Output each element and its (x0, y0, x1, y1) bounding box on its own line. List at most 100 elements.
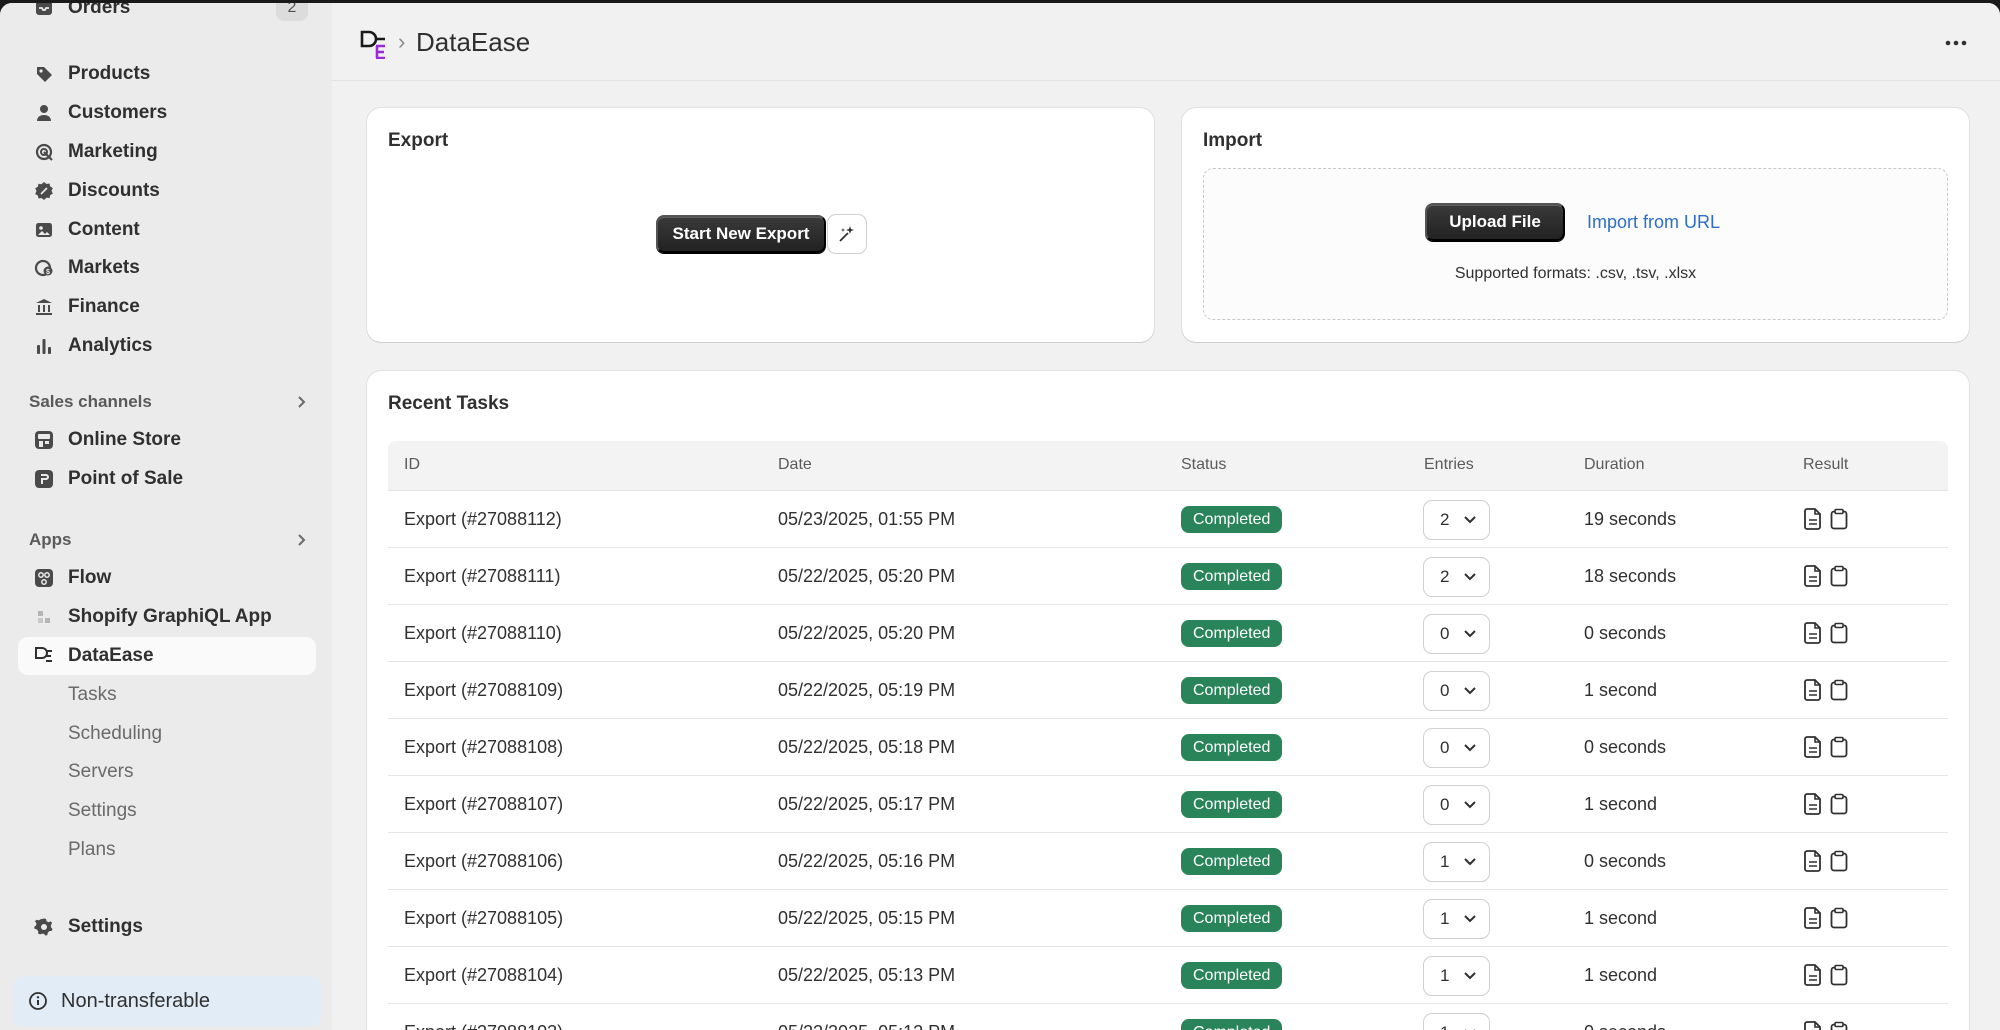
non-transferable-banner[interactable]: Non-transferable (13, 976, 321, 1026)
recent-tasks-card: Recent Tasks ID Date Status Entries Dura… (367, 371, 1969, 1030)
sidebar-subitem-plans[interactable]: Plans (68, 833, 116, 867)
info-icon (27, 990, 49, 1012)
clipboard-icon[interactable] (1828, 791, 1850, 817)
upload-file-button[interactable]: Upload File (1425, 203, 1565, 241)
magic-sparkle-icon[interactable] (828, 215, 866, 253)
sidebar-subitem-settings[interactable]: Settings (68, 794, 137, 828)
sidebar-item-label: Content (68, 219, 140, 240)
entries-dropdown[interactable]: 0 (1424, 786, 1489, 824)
entries-dropdown[interactable]: 0 (1424, 672, 1489, 710)
status-badge: Completed (1181, 563, 1283, 590)
entries-value: 1 (1440, 966, 1450, 985)
table-header: ID Date Status Entries Duration Result (388, 441, 1948, 491)
import-card-title: Import (1203, 130, 1263, 151)
sidebar-item-analytics[interactable]: Analytics (18, 327, 316, 365)
dataease-icon (30, 642, 58, 670)
entries-dropdown[interactable]: 1 (1424, 843, 1489, 881)
clipboard-icon[interactable] (1828, 734, 1850, 760)
table-row[interactable]: Export (#27088108) 05/22/2025, 05:18 PM … (388, 719, 1948, 776)
file-icon[interactable] (1802, 620, 1824, 646)
sidebar-item-customers[interactable]: Customers (18, 94, 316, 132)
table-row[interactable]: Export (#27088104) 05/22/2025, 05:13 PM … (388, 947, 1948, 1004)
sidebar-subitem-servers[interactable]: Servers (68, 755, 133, 789)
file-icon[interactable] (1802, 677, 1824, 703)
chevron-down-icon (1464, 915, 1476, 923)
entries-dropdown[interactable]: 2 (1424, 501, 1489, 539)
task-date: 05/22/2025, 05:13 PM (778, 965, 956, 985)
pos-icon (30, 465, 58, 493)
sidebar-item-finance[interactable]: Finance (18, 288, 316, 326)
status-badge: Completed (1181, 848, 1283, 875)
sidebar-item-products[interactable]: Products (18, 55, 316, 93)
table-row[interactable]: Export (#27088109) 05/22/2025, 05:19 PM … (388, 662, 1948, 719)
file-icon[interactable] (1802, 734, 1824, 760)
sidebar-item-orders[interactable]: Orders 2 (18, 3, 316, 27)
table-row[interactable]: Export (#27088111) 05/22/2025, 05:20 PM … (388, 548, 1948, 605)
clipboard-icon[interactable] (1828, 848, 1850, 874)
clipboard-icon[interactable] (1828, 962, 1850, 988)
file-icon[interactable] (1802, 905, 1824, 931)
file-icon[interactable] (1802, 563, 1824, 589)
sidebar-item-graphiql[interactable]: Shopify GraphiQL App (18, 598, 316, 636)
table-row[interactable]: Export (#27088103) 05/22/2025, 05:12 PM … (388, 1004, 1948, 1030)
import-from-url-link[interactable]: Import from URL (1587, 212, 1720, 233)
entries-value: 0 (1440, 738, 1450, 757)
clipboard-icon[interactable] (1828, 506, 1850, 532)
sidebar-item-label: Point of Sale (68, 468, 184, 489)
table-row[interactable]: Export (#27088106) 05/22/2025, 05:16 PM … (388, 833, 1948, 890)
clipboard-icon[interactable] (1828, 620, 1850, 646)
globe-icon: $ (30, 254, 58, 282)
file-icon[interactable] (1802, 791, 1824, 817)
entries-dropdown[interactable]: 1 (1424, 900, 1489, 938)
chevron-down-icon (1464, 687, 1476, 695)
sidebar-item-dataease[interactable]: DataEase (18, 637, 316, 675)
sidebar-item-marketing[interactable]: Marketing (18, 133, 316, 171)
status-badge: Completed (1181, 962, 1283, 989)
start-new-export-button[interactable]: Start New Export (656, 215, 826, 253)
recent-tasks-title: Recent Tasks (388, 393, 510, 414)
clipboard-icon[interactable] (1828, 563, 1850, 589)
sidebar-item-markets[interactable]: $ Markets (18, 249, 316, 287)
sidebar-subitem-tasks[interactable]: Tasks (68, 678, 117, 712)
file-dropzone[interactable]: Upload File Import from URL Supported fo… (1203, 168, 1948, 320)
task-date: 05/22/2025, 05:20 PM (778, 623, 956, 643)
entries-dropdown[interactable]: 1 (1424, 957, 1489, 995)
more-actions-icon[interactable] (1940, 29, 1972, 57)
sidebar-item-discounts[interactable]: Discounts (18, 172, 316, 210)
section-title: Sales channels (29, 392, 152, 411)
sidebar-item-point-of-sale[interactable]: Point of Sale (18, 460, 316, 498)
file-icon[interactable] (1802, 962, 1824, 988)
entries-dropdown[interactable]: 2 (1424, 558, 1489, 596)
entries-dropdown[interactable]: 1 (1424, 1014, 1489, 1030)
table-row[interactable]: Export (#27088105) 05/22/2025, 05:15 PM … (388, 890, 1948, 947)
bar-chart-icon (30, 332, 58, 360)
table-row[interactable]: Export (#27088112) 05/23/2025, 01:55 PM … (388, 491, 1948, 548)
clipboard-icon[interactable] (1828, 905, 1850, 931)
file-icon[interactable] (1802, 1019, 1824, 1030)
entries-value: 1 (1440, 852, 1450, 871)
file-icon[interactable] (1802, 506, 1824, 532)
file-icon[interactable] (1802, 848, 1824, 874)
task-date: 05/22/2025, 05:16 PM (778, 851, 956, 871)
entries-value: 1 (1440, 1023, 1449, 1030)
sidebar-subitem-scheduling[interactable]: Scheduling (68, 717, 162, 751)
apps-header[interactable]: Apps (29, 525, 311, 555)
sidebar-item-flow[interactable]: Flow (18, 559, 316, 597)
sidebar-item-settings[interactable]: Settings (18, 908, 316, 946)
column-header-entries: Entries (1424, 456, 1474, 473)
sidebar-item-online-store[interactable]: Online Store (18, 421, 316, 459)
sales-channels-header[interactable]: Sales channels (29, 387, 311, 417)
status-badge: Completed (1181, 506, 1283, 533)
sidebar-item-label: Markets (68, 257, 140, 278)
entries-dropdown[interactable]: 0 (1424, 729, 1489, 767)
task-id: Export (#27088106) (404, 851, 564, 871)
sidebar-item-label: Shopify GraphiQL App (68, 606, 272, 627)
table-row[interactable]: Export (#27088110) 05/22/2025, 05:20 PM … (388, 605, 1948, 662)
entries-dropdown[interactable]: 0 (1424, 615, 1489, 653)
clipboard-icon[interactable] (1828, 1019, 1850, 1030)
clipboard-icon[interactable] (1828, 677, 1850, 703)
table-row[interactable]: Export (#27088107) 05/22/2025, 05:17 PM … (388, 776, 1948, 833)
discount-icon (30, 177, 58, 205)
sidebar-item-content[interactable]: Content (18, 211, 316, 249)
bank-icon (30, 293, 58, 321)
